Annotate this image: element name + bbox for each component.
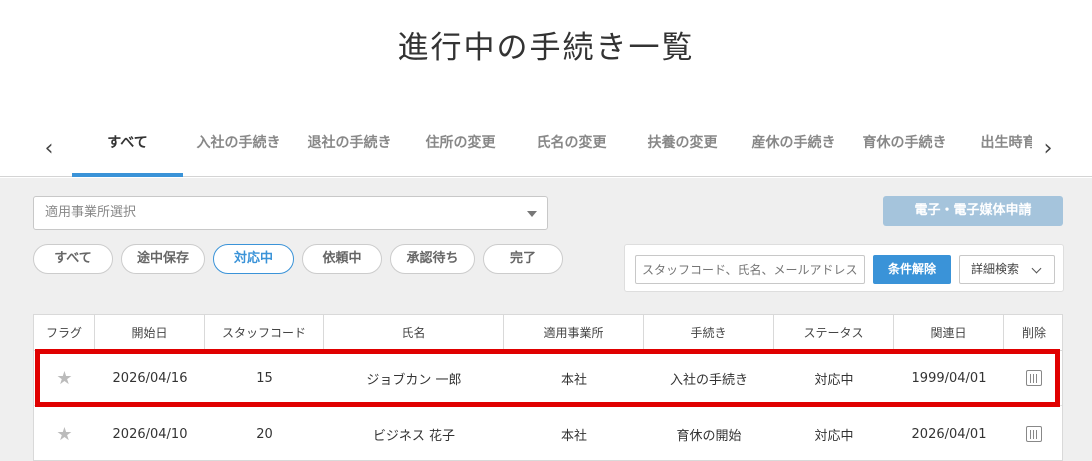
- column-header-delete: 削除: [1021, 326, 1046, 340]
- filter-completed[interactable]: 完了: [483, 244, 563, 274]
- caret-down-icon: [527, 211, 537, 217]
- delete-button[interactable]: [1004, 351, 1062, 405]
- tabs-scroll-left-icon[interactable]: ‹: [34, 130, 64, 166]
- advanced-search-button[interactable]: 詳細検索: [959, 255, 1055, 284]
- tab-name-change[interactable]: 氏名の変更: [516, 120, 627, 177]
- column-header-start-date[interactable]: 開始日: [95, 315, 205, 350]
- cell-status: 対応中: [814, 372, 854, 388]
- cell-status: 対応中: [814, 428, 854, 444]
- filter-draft[interactable]: 途中保存: [121, 244, 205, 274]
- tab-maternity-leave[interactable]: 産休の手続き: [738, 120, 849, 177]
- search-panel: 条件解除 詳細検索: [624, 244, 1064, 292]
- cell-related-date: 1999/04/01: [911, 370, 987, 386]
- flag-star-icon[interactable]: ★: [34, 351, 95, 405]
- electronic-application-button[interactable]: 電子・電子媒体申請: [883, 196, 1063, 226]
- delete-button[interactable]: [1004, 407, 1062, 460]
- column-header-flag[interactable]: フラグ: [34, 315, 95, 350]
- page-title: 進行中の手続き一覧: [397, 30, 695, 66]
- procedure-tabs-bar: ‹ すべて 入社の手続き 退社の手続き 住所の変更 氏名の変更 扶養の変更 産休…: [0, 120, 1092, 177]
- filter-requested[interactable]: 依頼中: [302, 244, 382, 274]
- column-header-name[interactable]: 氏名: [324, 315, 504, 350]
- tabs: すべて 入社の手続き 退社の手続き 住所の変更 氏名の変更 扶養の変更 産休の手…: [72, 120, 1032, 177]
- tab-childcare-leave[interactable]: 育休の手続き: [849, 120, 960, 177]
- trash-icon: [1026, 426, 1042, 442]
- star-icon: ★: [56, 423, 73, 445]
- content-area: 適用事業所選択 電子・電子媒体申請 すべて 途中保存 対応中 依頼中 承認待ち …: [0, 178, 1092, 461]
- procedures-table: フラグ 開始日 スタッフコード 氏名 適用事業所 手続き ステータス 関連日 削…: [33, 314, 1063, 461]
- tab-all[interactable]: すべて: [72, 120, 183, 177]
- tab-hiring[interactable]: 入社の手続き: [183, 120, 294, 177]
- cell-start-date: 2026/04/10: [112, 426, 188, 442]
- cell-name: ビジネス 花子: [372, 428, 456, 444]
- table-row[interactable]: ★ 2026/04/16 15 ジョブカン 一郎 本社 入社の手続き 対応中 1…: [34, 351, 1062, 406]
- cell-procedure: 入社の手続き: [669, 372, 748, 388]
- cell-start-date: 2026/04/16: [112, 370, 188, 386]
- office-select-placeholder: 適用事業所選択: [45, 205, 137, 220]
- cell-office: 本社: [560, 372, 587, 388]
- cell-office: 本社: [560, 428, 587, 444]
- clear-conditions-button[interactable]: 条件解除: [873, 255, 951, 284]
- table-header: フラグ 開始日 スタッフコード 氏名 適用事業所 手続き ステータス 関連日 削…: [34, 315, 1062, 351]
- filter-awaiting-approval[interactable]: 承認待ち: [390, 244, 475, 274]
- advanced-search-label: 詳細検索: [971, 262, 1020, 276]
- filter-all[interactable]: すべて: [33, 244, 113, 274]
- column-header-procedure[interactable]: 手続き: [644, 315, 774, 350]
- star-icon: ★: [56, 367, 73, 389]
- table-row[interactable]: ★ 2026/04/10 20 ビジネス 花子 本社 育休の開始 対応中 202…: [34, 407, 1062, 460]
- tab-dependent-change[interactable]: 扶養の変更: [627, 120, 738, 177]
- cell-procedure: 育休の開始: [676, 428, 742, 444]
- filter-in-progress[interactable]: 対応中: [213, 244, 294, 274]
- tab-birth-childcare-leave[interactable]: 出生時育休: [960, 120, 1033, 177]
- column-header-staff-code[interactable]: スタッフコード: [205, 315, 324, 350]
- chevron-down-icon: [1031, 263, 1042, 274]
- tabs-track: すべて 入社の手続き 退社の手続き 住所の変更 氏名の変更 扶養の変更 産休の手…: [72, 120, 1032, 177]
- tab-resignation[interactable]: 退社の手続き: [294, 120, 405, 177]
- column-header-office[interactable]: 適用事業所: [504, 315, 644, 350]
- cell-staff-code: 20: [256, 426, 273, 442]
- tabs-scroll-right-icon[interactable]: ›: [1033, 130, 1063, 166]
- cell-related-date: 2026/04/01: [911, 426, 987, 442]
- office-select[interactable]: 適用事業所選択: [33, 196, 548, 230]
- flag-star-icon[interactable]: ★: [34, 407, 95, 460]
- cell-staff-code: 15: [256, 370, 273, 386]
- page-header: 進行中の手続き一覧: [0, 0, 1092, 120]
- cell-name: ジョブカン 一郎: [366, 372, 462, 388]
- trash-icon: [1026, 370, 1042, 386]
- column-header-related-date[interactable]: 関連日: [894, 315, 1004, 350]
- tab-address-change[interactable]: 住所の変更: [405, 120, 516, 177]
- column-header-status[interactable]: ステータス: [774, 315, 894, 350]
- search-input[interactable]: [635, 255, 865, 284]
